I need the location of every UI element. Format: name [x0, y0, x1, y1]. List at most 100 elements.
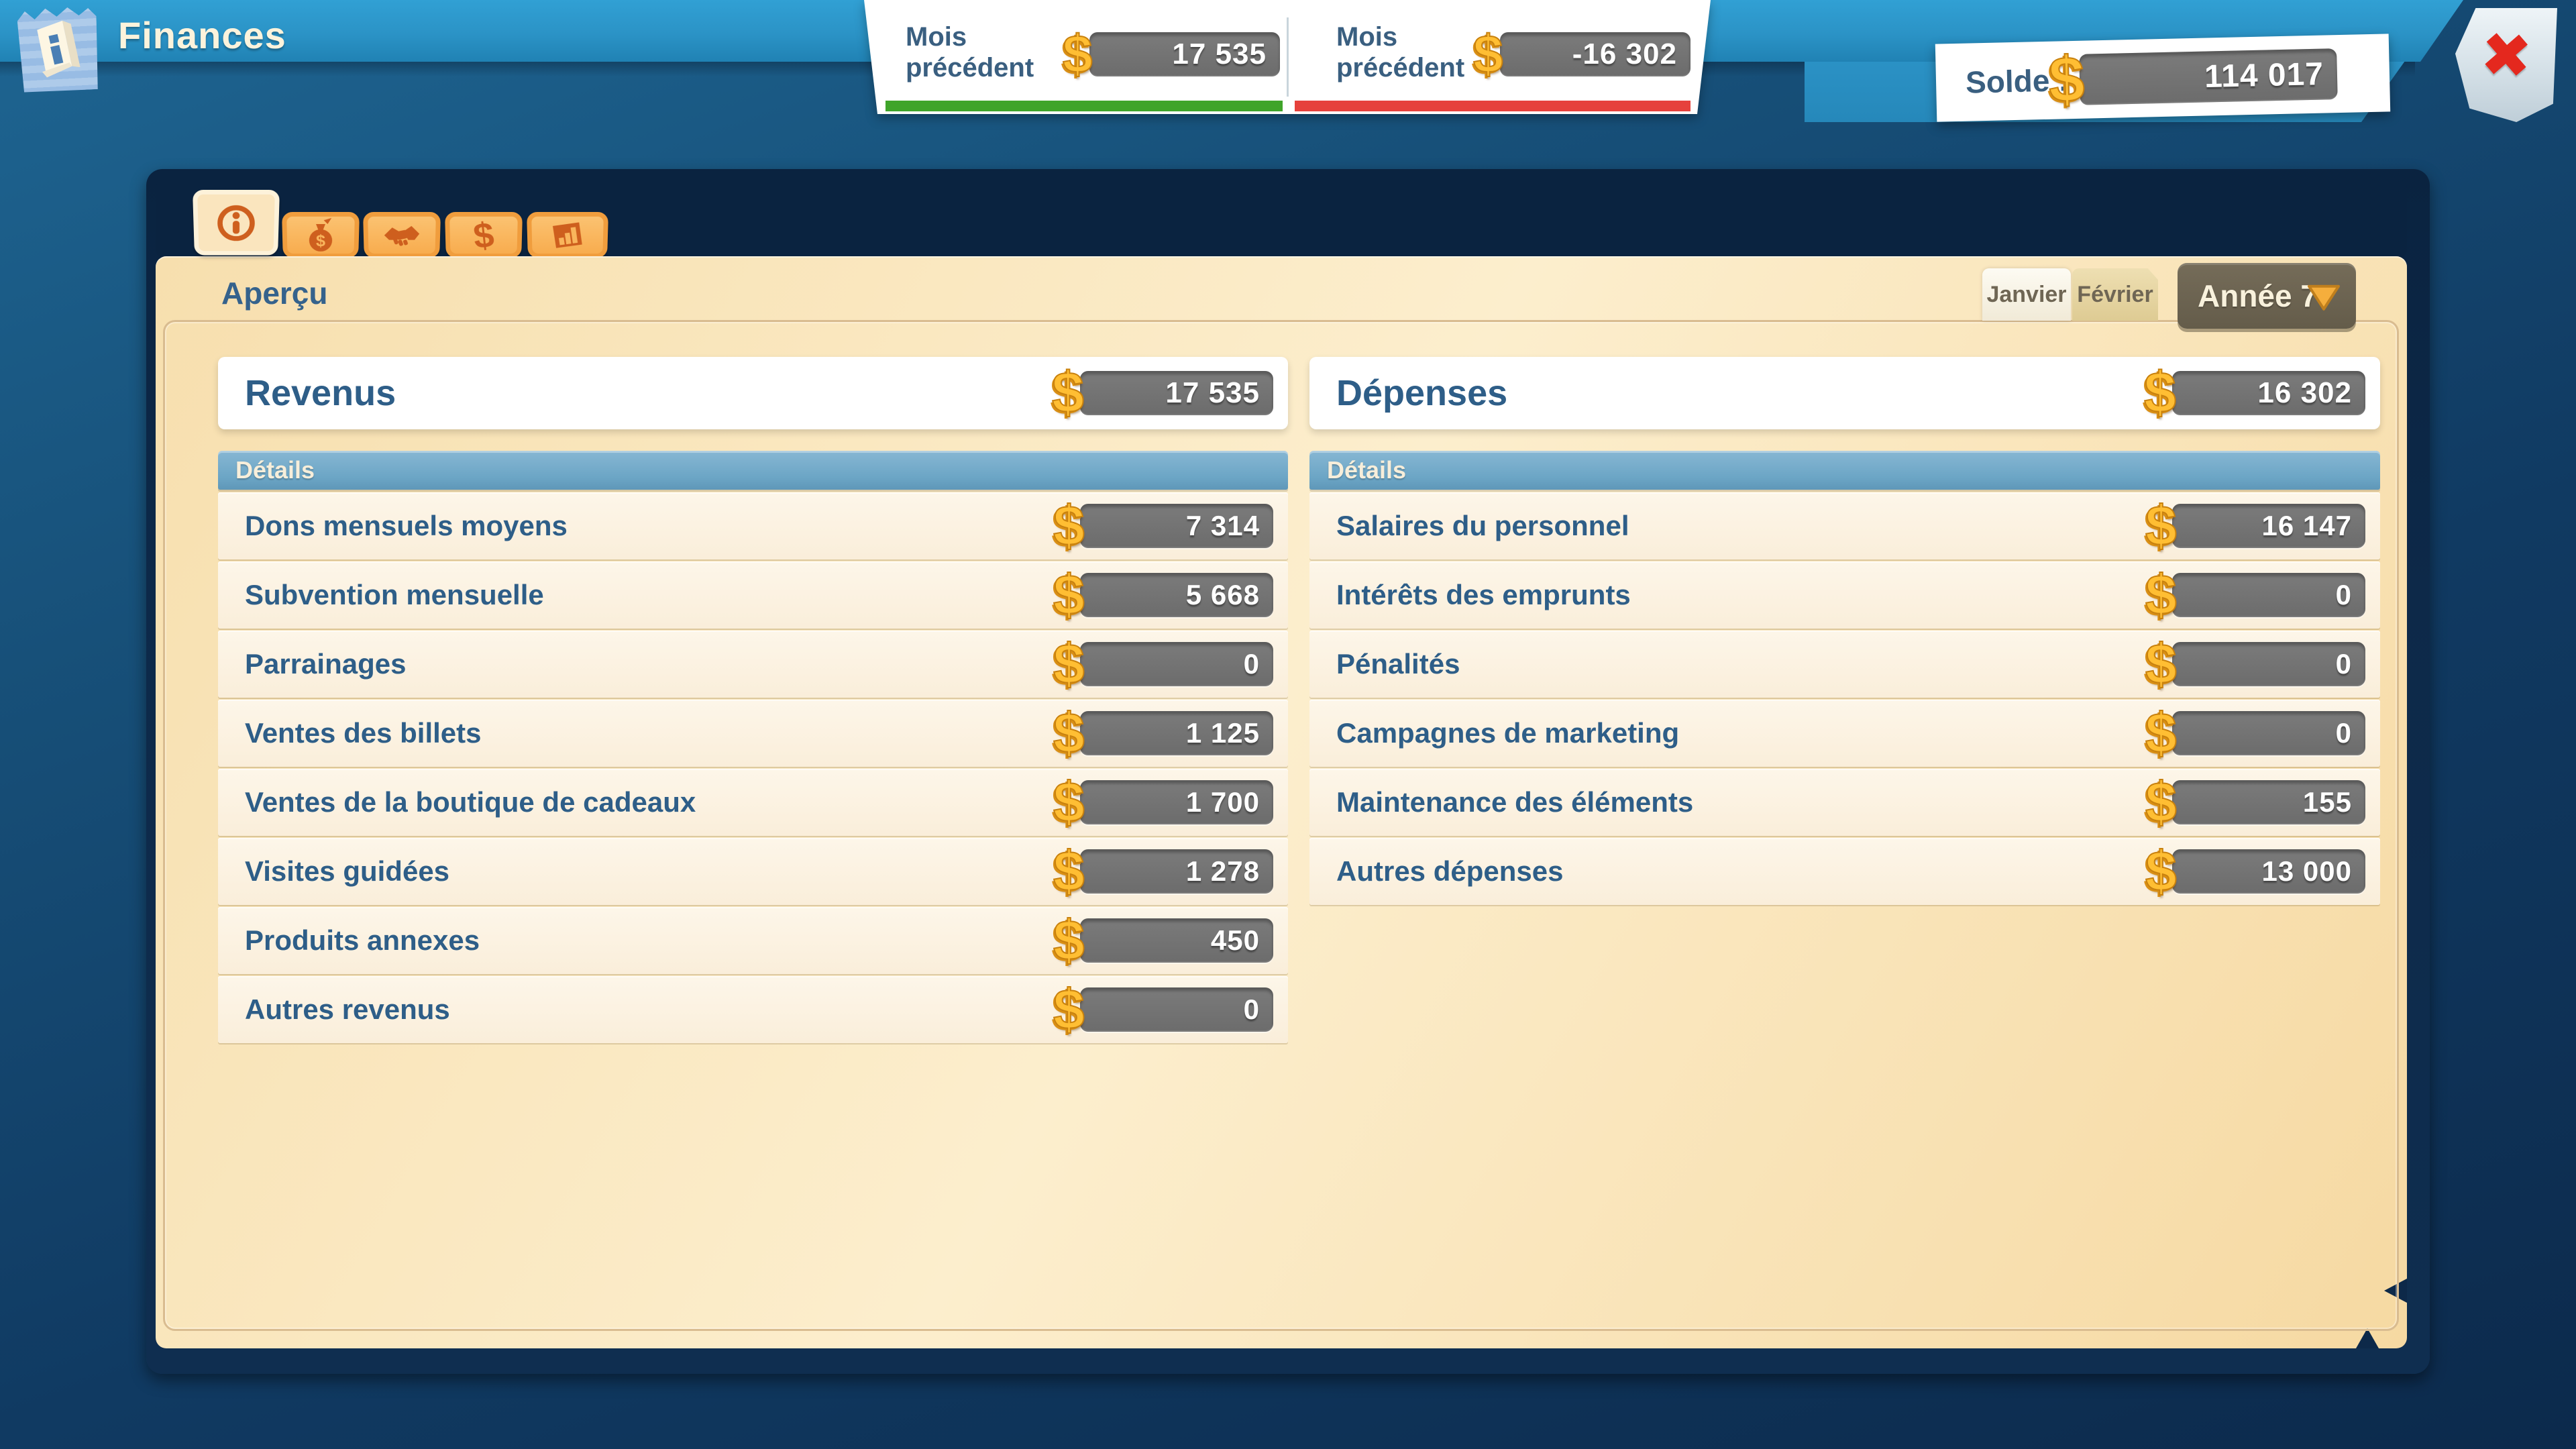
expenses-title: Dépenses	[1336, 372, 1507, 414]
finance-row: Produits annexes $ 450	[218, 907, 1288, 974]
amount-pill: $ 0	[2172, 642, 2365, 686]
expense-indicator-bar	[1295, 101, 1690, 111]
income-total-value: 17 535	[1165, 376, 1260, 410]
amount-value: 0	[2336, 648, 2352, 680]
svg-text:$: $	[316, 232, 325, 250]
income-total-card: Revenus $ 17 535	[218, 357, 1288, 429]
finance-row: Pénalités $ 0	[1309, 631, 2380, 698]
year-label: Année 7	[2198, 278, 2318, 314]
finance-row: Ventes des billets $ 1 125	[218, 700, 1288, 767]
amount-value: 450	[1211, 924, 1260, 957]
frame-notch	[2356, 1328, 2379, 1348]
row-label: Salaires du personnel	[1336, 510, 1629, 542]
tab-income[interactable]: $	[282, 212, 360, 258]
currency-icon: $	[1053, 632, 1085, 697]
row-label: Ventes de la boutique de cadeaux	[245, 786, 696, 818]
close-button[interactable]: ✖	[2455, 8, 2557, 122]
currency-icon: $	[1053, 563, 1085, 628]
amount-value: 1 278	[1186, 855, 1260, 888]
amount-pill: $ 1 278	[1080, 849, 1273, 894]
finance-row: Visites guidées $ 1 278	[218, 838, 1288, 905]
expenses-total-pill: $ 16 302	[2172, 371, 2365, 415]
row-label: Parrainages	[245, 648, 406, 680]
balance-value: 114 017	[2204, 56, 2324, 95]
prev-month-expense-value: -16 302	[1572, 38, 1677, 71]
currency-icon: $	[2145, 563, 2177, 628]
currency-icon: $	[1053, 770, 1085, 835]
currency-icon: $	[1063, 23, 1093, 85]
month-tab-fevrier[interactable]: Février	[2072, 268, 2158, 321]
row-label: Visites guidées	[245, 855, 449, 888]
currency-icon: $	[1053, 701, 1085, 766]
amount-value: 0	[1244, 994, 1260, 1026]
finance-row: Campagnes de marketing $ 0	[1309, 700, 2380, 767]
finance-row: Dons mensuels moyens $ 7 314	[218, 492, 1288, 559]
finance-row: Subvention mensuelle $ 5 668	[218, 561, 1288, 629]
amount-pill: $ 0	[2172, 573, 2365, 617]
chevron-down-icon	[2306, 282, 2341, 312]
expenses-total-card: Dépenses $ 16 302	[1309, 357, 2380, 429]
amount-pill: $ 1 700	[1080, 780, 1273, 824]
amount-pill: $ 0	[1080, 987, 1273, 1032]
tab-overview[interactable]	[193, 190, 280, 255]
expenses-rows: Salaires du personnel $ 16 147 Intérêts …	[1309, 492, 2380, 907]
section-title: Aperçu	[221, 275, 327, 311]
amount-pill: $ 13 000	[2172, 849, 2365, 894]
row-label: Maintenance des éléments	[1336, 786, 1693, 818]
currency-icon: $	[2145, 632, 2177, 697]
amount-value: 155	[2303, 786, 2352, 818]
amount-pill: $ 1 125	[1080, 711, 1273, 755]
currency-icon: $	[1053, 977, 1085, 1042]
amount-pill: $ 450	[1080, 918, 1273, 963]
tab-deals[interactable]	[363, 212, 441, 258]
dollar-icon: $	[464, 217, 503, 254]
amount-pill: $ 0	[1080, 642, 1273, 686]
currency-icon: $	[2145, 770, 2177, 835]
tab-statistics[interactable]	[527, 212, 608, 258]
income-rows: Dons mensuels moyens $ 7 314 Subvention …	[218, 492, 1288, 1045]
expenses-total-value: 16 302	[2257, 376, 2352, 410]
income-indicator-bar	[885, 101, 1283, 111]
row-label: Dons mensuels moyens	[245, 510, 568, 542]
row-label: Subvention mensuelle	[245, 579, 544, 611]
amount-value: 1 700	[1186, 786, 1260, 818]
finance-row: Parrainages $ 0	[218, 631, 1288, 698]
currency-icon: $	[1053, 494, 1085, 559]
amount-pill: $ 0	[2172, 711, 2365, 755]
prev-month-expense-label: Mois précédent	[1336, 21, 1464, 83]
currency-icon: $	[2144, 360, 2176, 427]
prev-month-income-value: 17 535	[1172, 38, 1267, 71]
amount-value: 5 668	[1186, 579, 1260, 611]
prev-month-income-label: Mois précédent	[906, 21, 1034, 83]
income-title: Revenus	[245, 372, 396, 414]
amount-pill: $ 155	[2172, 780, 2365, 824]
close-icon: ✖	[2478, 18, 2534, 93]
finance-row: Intérêts des emprunts $ 0	[1309, 561, 2380, 629]
finances-screen: Finances Mois précédent $ 17 535 Mois pr…	[0, 0, 2576, 1449]
row-label: Produits annexes	[245, 924, 480, 957]
amount-value: 0	[2336, 717, 2352, 749]
svg-text:$: $	[471, 217, 496, 254]
row-label: Campagnes de marketing	[1336, 717, 1679, 749]
amount-value: 0	[2336, 579, 2352, 611]
currency-icon: $	[1473, 23, 1503, 85]
amount-value: 1 125	[1186, 717, 1260, 749]
tab-pricing[interactable]: $	[445, 212, 523, 258]
finances-book-icon	[17, 3, 101, 93]
finance-row: Maintenance des éléments $ 155	[1309, 769, 2380, 836]
month-tab-janvier[interactable]: Janvier	[1982, 268, 2071, 321]
currency-icon: $	[2145, 701, 2177, 766]
finance-row: Autres revenus $ 0	[218, 976, 1288, 1043]
info-icon	[215, 203, 256, 242]
amount-pill: $ 16 147	[2172, 504, 2365, 548]
amount-pill: $ 5 668	[1080, 573, 1273, 617]
month-summary-banner: Mois précédent $ 17 535 Mois précédent $…	[864, 0, 1711, 114]
prev-month-income-pill: $ 17 535	[1089, 32, 1280, 76]
amount-value: 7 314	[1186, 510, 1260, 542]
row-label: Ventes des billets	[245, 717, 482, 749]
amount-value: 13 000	[2262, 855, 2352, 888]
prev-month-expense-pill: $ -16 302	[1500, 32, 1690, 76]
banner-divider	[1287, 17, 1289, 97]
amount-pill: $ 7 314	[1080, 504, 1273, 548]
year-dropdown[interactable]: Année 7	[2178, 263, 2356, 329]
